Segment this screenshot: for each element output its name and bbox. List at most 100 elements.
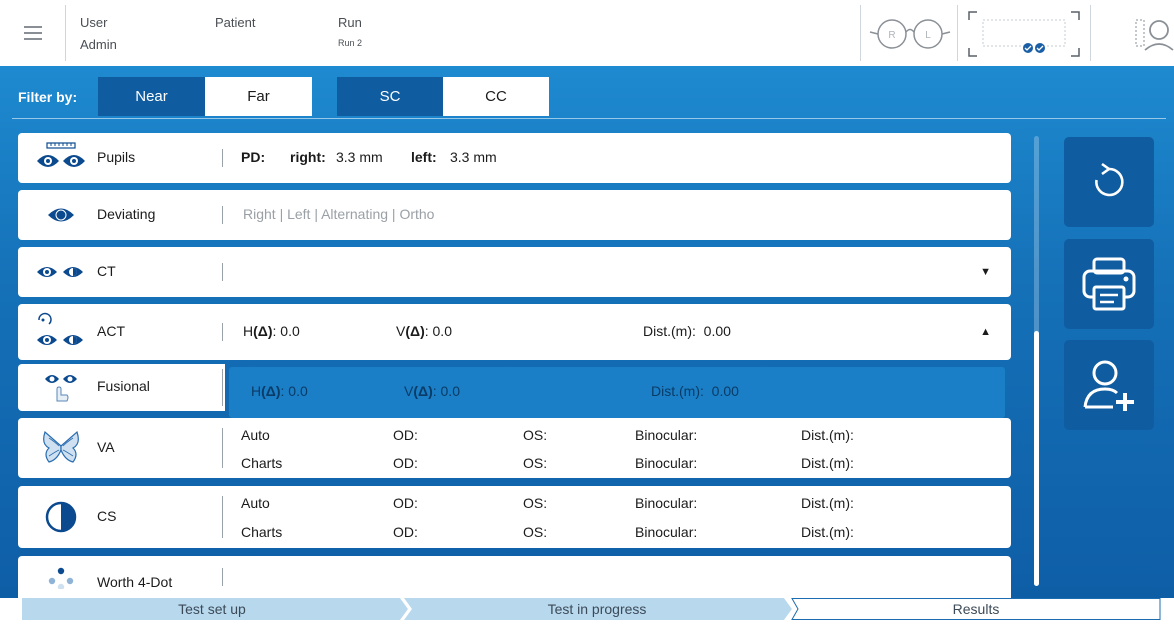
reset-button[interactable] [1064,137,1154,227]
va-auto-binocular[interactable]: Binocular: [635,427,697,443]
fusional-h-label: H [251,383,262,399]
act-vertical[interactable]: V(Δ): 0.0 [396,323,452,339]
expand-chevron-down-icon[interactable]: ▼ [980,266,991,278]
pd-left-value[interactable]: 3.3 mm [450,149,497,165]
act-horizontal[interactable]: H(Δ): 0.0 [243,323,300,339]
pupils-icon [32,133,90,183]
run-label: Run [338,15,362,30]
worth-4-dot-icon [32,556,90,598]
act-v-label: V [396,323,406,339]
va-auto-od[interactable]: OD: [393,427,418,443]
va-charts-os[interactable]: OS: [523,455,547,471]
header-divider [1090,5,1091,61]
row-name: CT [97,263,116,279]
deviating-options[interactable]: Right | Left | Alternating | Ortho [243,206,434,222]
row-divider [222,568,223,586]
patient-label: Patient [215,15,256,30]
cs-auto-binocular[interactable]: Binocular: [635,495,697,511]
test-row-deviating[interactable]: Deviating Right | Left | Alternating | O… [18,190,1011,240]
scrollbar-thumb[interactable] [1034,331,1039,586]
patient-info: Patient [215,12,255,34]
filter-cc-button[interactable]: CC [443,77,549,116]
va-auto-label: Auto [241,427,270,443]
butterfly-icon [32,418,90,478]
cs-charts-os[interactable]: OS: [523,524,547,540]
act-distance[interactable]: Dist.(m): 0.00 [643,323,731,339]
workflow-progress: Test set up Test in progress Results [0,598,1174,625]
test-row-pupils[interactable]: Pupils PD: right: 3.3 mm left: 3.3 mm [18,133,1011,183]
act-h-value: : 0.0 [272,323,300,339]
va-charts-label: Charts [241,455,283,471]
step-test-set-up[interactable]: Test set up [22,598,402,620]
fusional-dist-value: 0.00 [711,383,739,399]
row-name: Deviating [97,206,156,222]
pd-right-label: right: [290,149,326,165]
cs-auto-od[interactable]: OD: [393,495,418,511]
cover-test-icon [32,247,90,297]
row-name: Worth 4-Dot [97,574,173,590]
print-button[interactable] [1064,239,1154,329]
va-charts-distance[interactable]: Dist.(m): [801,455,854,471]
row-name: Fusional [97,378,150,394]
run-value: Run 2 [338,38,363,48]
step-test-in-progress[interactable]: Test in progress [408,598,786,620]
test-row-fusional[interactable]: Fusional [18,364,223,411]
fusional-values-panel[interactable]: H(Δ): 0.0 V(Δ): 0.0 Dist.(m): 0.00 [229,367,1005,418]
glasses-left-label: L [925,30,931,41]
filter-label: Filter by: [18,89,78,105]
test-row-act[interactable]: ACT H(Δ): 0.0 V(Δ): 0.0 Dist.(m): 0.00 ▲ [18,304,1011,360]
va-auto-os[interactable]: OS: [523,427,547,443]
add-user-icon [1083,360,1134,411]
va-charts-od[interactable]: OD: [393,455,418,471]
fusional-v-value: : 0.0 [432,383,460,399]
filter-near-button[interactable]: Near [98,77,205,116]
camera-frame-icon[interactable] [965,8,1083,60]
va-auto-distance[interactable]: Dist.(m): [801,427,854,443]
act-v-prism-symbol: (Δ) [405,323,425,339]
row-divider [222,496,223,538]
cs-auto-distance[interactable]: Dist.(m): [801,495,854,511]
patient-profile-icon[interactable] [1135,16,1174,56]
fusional-icon [32,364,90,411]
row-divider [222,149,223,167]
row-name: VA [97,439,115,455]
filter-sc-button[interactable]: SC [337,77,443,116]
test-row-cs[interactable]: CS Auto OD: OS: Binocular: Dist.(m): Cha… [18,486,1011,548]
alternate-cover-test-icon [32,304,90,360]
fusional-v-label: V [404,383,414,399]
cs-charts-binocular[interactable]: Binocular: [635,524,697,540]
collapse-chevron-up-icon[interactable]: ▲ [980,326,991,338]
add-patient-button[interactable] [1064,340,1154,430]
va-charts-binocular[interactable]: Binocular: [635,455,697,471]
row-divider [222,206,223,224]
filter-far-button[interactable]: Far [205,77,312,116]
test-row-ct[interactable]: CT ▼ [18,247,1011,297]
act-dist-value: 0.00 [703,323,731,339]
cs-charts-od[interactable]: OD: [393,524,418,540]
user-label: User [80,15,108,30]
cs-auto-os[interactable]: OS: [523,495,547,511]
step-results[interactable]: Results [794,598,1158,620]
act-v-value: : 0.0 [424,323,452,339]
pd-label: PD: [241,149,266,165]
main-panel: Filter by: Near Far SC CC Pupils PD: rig… [0,66,1174,598]
row-divider [222,323,223,341]
fusional-horizontal[interactable]: H(Δ): 0.0 [251,383,308,399]
cs-auto-label: Auto [241,495,270,511]
printer-icon [1082,257,1136,311]
cs-charts-distance[interactable]: Dist.(m): [801,524,854,540]
test-row-worth-4-dot[interactable]: Worth 4-Dot [18,556,1011,598]
test-row-va[interactable]: VA Auto OD: OS: Binocular: Dist.(m): Cha… [18,418,1011,478]
fusional-distance[interactable]: Dist.(m): 0.00 [651,383,739,399]
pd-right-value[interactable]: 3.3 mm [336,149,383,165]
fusional-vertical[interactable]: V(Δ): 0.0 [404,383,460,399]
glasses-icon[interactable]: R L [868,14,952,54]
act-h-label: H [243,323,254,339]
row-name: CS [97,508,117,524]
row-divider [222,369,223,406]
fusional-dist-label: Dist.(m): [651,383,704,399]
hamburger-menu-icon[interactable] [22,22,44,44]
fusional-h-prism-symbol: (Δ) [261,383,281,399]
glasses-right-label: R [888,30,895,41]
run-info: Run Run 2 [338,12,362,52]
